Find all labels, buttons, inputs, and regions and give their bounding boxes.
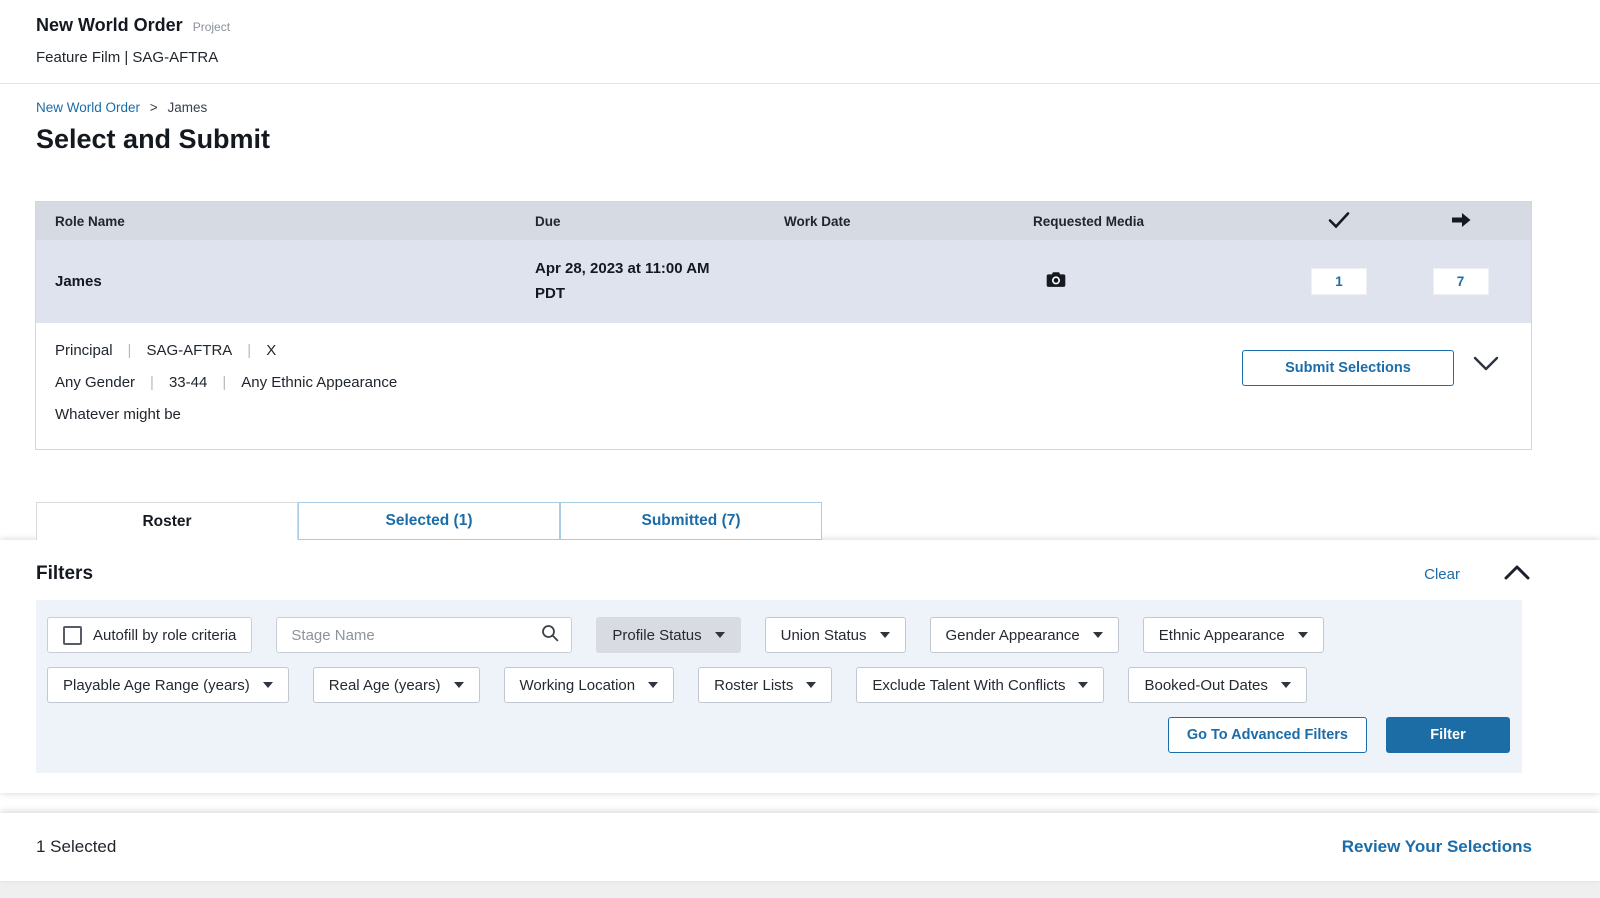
autofill-checkbox[interactable] bbox=[63, 626, 82, 645]
pipe-separator: | bbox=[247, 342, 251, 359]
caret-down-icon bbox=[1281, 682, 1291, 688]
selected-count-text: 1 Selected bbox=[36, 837, 116, 857]
tab-selected[interactable]: Selected (1) bbox=[298, 502, 560, 540]
breadcrumb-current: James bbox=[167, 100, 207, 115]
role-row-name: James bbox=[36, 273, 535, 290]
role-union: SAG-AFTRA bbox=[146, 342, 232, 359]
search-icon bbox=[541, 624, 559, 646]
caret-down-icon bbox=[1298, 632, 1308, 638]
filter-button[interactable]: Filter bbox=[1386, 717, 1510, 753]
autofill-checkbox-control[interactable]: Autofill by role criteria bbox=[47, 617, 252, 653]
chevron-up-icon bbox=[1504, 568, 1530, 583]
role-table-header: Role Name Due Work Date Requested Media bbox=[36, 202, 1531, 240]
stage-name-input[interactable] bbox=[289, 626, 519, 645]
filters-box: Autofill by role criteria Profile Status… bbox=[36, 600, 1522, 773]
filters-title: Filters bbox=[36, 563, 93, 585]
caret-down-icon bbox=[880, 632, 890, 638]
exclude-conflicts-dropdown[interactable]: Exclude Talent With Conflicts bbox=[856, 667, 1104, 703]
project-subtitle: Feature Film | SAG-AFTRA bbox=[36, 49, 1564, 66]
arrow-right-icon bbox=[1450, 211, 1472, 232]
role-flag: X bbox=[266, 342, 276, 359]
column-header-requested-media: Requested Media bbox=[1033, 214, 1288, 229]
page-bottom-strip bbox=[0, 881, 1600, 898]
page-title: Select and Submit bbox=[36, 124, 1564, 155]
role-criteria-line-2: Any Gender | 33-44 | Any Ethnic Appearan… bbox=[55, 374, 397, 391]
chevron-down-icon bbox=[1473, 359, 1499, 374]
breadcrumb-separator: > bbox=[150, 100, 158, 115]
submit-selections-button[interactable]: Submit Selections bbox=[1242, 350, 1454, 386]
caret-down-icon bbox=[263, 682, 273, 688]
stage-name-search bbox=[276, 617, 572, 653]
caret-down-icon bbox=[454, 682, 464, 688]
role-row-due: Apr 28, 2023 at 11:00 AM PDT bbox=[535, 257, 740, 307]
go-to-advanced-filters-button[interactable]: Go To Advanced Filters bbox=[1168, 717, 1367, 753]
caret-down-icon bbox=[1078, 682, 1088, 688]
camera-icon[interactable] bbox=[1046, 275, 1066, 292]
breadcrumb: New World Order > James bbox=[36, 100, 1564, 115]
pipe-separator: | bbox=[150, 374, 154, 391]
role-card: Role Name Due Work Date Requested Media … bbox=[35, 201, 1532, 450]
clear-filters-link[interactable]: Clear bbox=[1424, 566, 1460, 583]
roster-lists-dropdown[interactable]: Roster Lists bbox=[698, 667, 832, 703]
submitted-count-box[interactable]: 7 bbox=[1433, 268, 1489, 295]
collapse-filters-button[interactable] bbox=[1502, 563, 1532, 585]
column-header-due: Due bbox=[535, 214, 784, 229]
caret-down-icon bbox=[806, 682, 816, 688]
playable-age-range-dropdown[interactable]: Playable Age Range (years) bbox=[47, 667, 289, 703]
pipe-separator: | bbox=[128, 342, 132, 359]
pipe-separator: | bbox=[222, 374, 226, 391]
project-header: New World Order Project Feature Film | S… bbox=[0, 0, 1600, 84]
caret-down-icon bbox=[715, 632, 725, 638]
project-title: New World Order bbox=[36, 15, 183, 36]
role-type: Principal bbox=[55, 342, 113, 359]
profile-status-dropdown[interactable]: Profile Status bbox=[596, 617, 740, 653]
column-header-work-date: Work Date bbox=[784, 214, 1033, 229]
review-your-selections-link[interactable]: Review Your Selections bbox=[1342, 837, 1532, 857]
project-type-label: Project bbox=[193, 20, 230, 34]
breadcrumb-project-link[interactable]: New World Order bbox=[36, 100, 140, 115]
talent-tabs: Roster Selected (1) Submitted (7) bbox=[36, 502, 1600, 540]
column-header-selected bbox=[1288, 211, 1390, 232]
booked-out-dates-dropdown[interactable]: Booked-Out Dates bbox=[1128, 667, 1306, 703]
breadcrumb-section: New World Order > James Select and Submi… bbox=[0, 84, 1600, 155]
selected-count-box[interactable]: 1 bbox=[1311, 268, 1367, 295]
autofill-checkbox-label: Autofill by role criteria bbox=[93, 627, 236, 644]
checkmark-icon bbox=[1328, 211, 1350, 232]
role-details: Principal | SAG-AFTRA | X Any Gender | 3… bbox=[36, 323, 1531, 449]
role-row-james[interactable]: James Apr 28, 2023 at 11:00 AM PDT 1 7 bbox=[36, 240, 1531, 323]
collapse-role-button[interactable] bbox=[1471, 350, 1501, 380]
working-location-dropdown[interactable]: Working Location bbox=[504, 667, 675, 703]
role-gender: Any Gender bbox=[55, 374, 135, 391]
caret-down-icon bbox=[648, 682, 658, 688]
selection-bar: 1 Selected Review Your Selections bbox=[0, 813, 1600, 881]
column-header-submitted bbox=[1390, 211, 1531, 232]
role-ethnic-appearance: Any Ethnic Appearance bbox=[241, 374, 397, 391]
caret-down-icon bbox=[1093, 632, 1103, 638]
tab-submitted[interactable]: Submitted (7) bbox=[560, 502, 822, 540]
column-header-role-name: Role Name bbox=[36, 214, 535, 229]
role-criteria-line-1: Principal | SAG-AFTRA | X bbox=[55, 342, 397, 359]
filters-panel: Filters Clear Autofill by role criteria bbox=[0, 540, 1600, 793]
ethnic-appearance-dropdown[interactable]: Ethnic Appearance bbox=[1143, 617, 1324, 653]
role-description: Whatever might be bbox=[55, 406, 397, 423]
union-status-dropdown[interactable]: Union Status bbox=[765, 617, 906, 653]
gender-appearance-dropdown[interactable]: Gender Appearance bbox=[930, 617, 1119, 653]
tab-roster[interactable]: Roster bbox=[36, 502, 298, 540]
real-age-dropdown[interactable]: Real Age (years) bbox=[313, 667, 480, 703]
role-age-range: 33-44 bbox=[169, 374, 207, 391]
